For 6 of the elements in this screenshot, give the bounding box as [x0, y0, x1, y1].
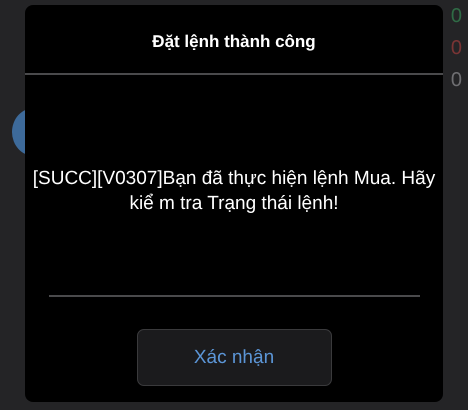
- background-value: 0: [450, 36, 462, 60]
- confirm-button[interactable]: Xác nhận: [136, 329, 332, 386]
- dialog-title: Đặt lệnh thành công: [152, 31, 316, 53]
- background-value: 0: [450, 4, 462, 28]
- dialog-message: [SUCC][V0307]Bạn đã thực hiện lệnh Mua. Hãy kiể m tra Trạng thái lệnh!: [32, 167, 436, 216]
- background-value: 0: [450, 68, 462, 92]
